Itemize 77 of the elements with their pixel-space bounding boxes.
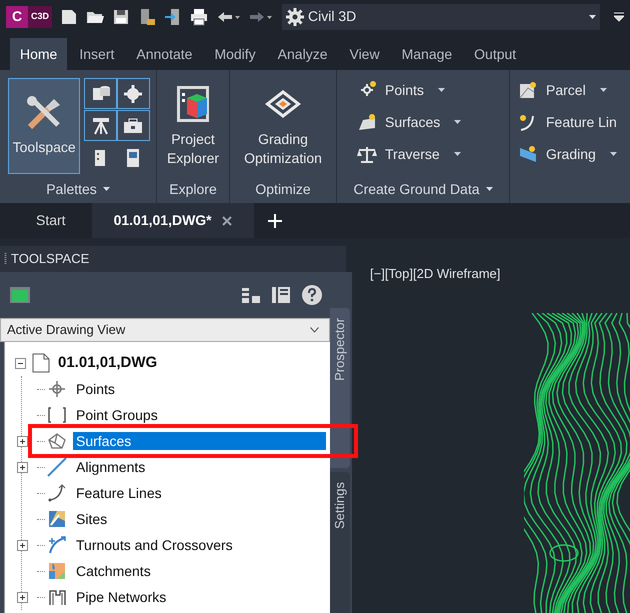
ribbon-button[interactable]: Project Explorer xyxy=(165,78,221,174)
file-tab[interactable]: 01.01,01,DWG* xyxy=(92,203,254,238)
side-tab[interactable]: Settings xyxy=(330,472,350,613)
palette-title: TOOLSPACE xyxy=(11,250,90,268)
tree-item[interactable]: Surfaces xyxy=(73,432,326,450)
expand-icon[interactable] xyxy=(17,462,28,472)
customize-icon xyxy=(614,12,624,22)
tree-item[interactable]: 01.01,01,DWG xyxy=(56,352,160,374)
viewport-label[interactable]: [−][Top][2D Wireframe] xyxy=(370,264,500,284)
save-icon[interactable] xyxy=(112,8,130,26)
palette-tool-button[interactable] xyxy=(116,110,150,141)
tree-item[interactable]: Pipe Networks xyxy=(73,589,170,605)
ribbon-menu-button[interactable]: Points xyxy=(357,78,462,102)
crosshair-icon xyxy=(47,379,67,399)
surface-icon xyxy=(357,112,377,132)
workspace-dropdown[interactable]: Civil 3D xyxy=(282,4,600,30)
ribbon-tab[interactable]: View xyxy=(339,38,390,70)
grip-icon xyxy=(4,253,7,265)
logo-letter: C xyxy=(6,6,28,28)
map-icon xyxy=(47,561,67,581)
ribbon-tab[interactable]: Analyze xyxy=(268,38,338,70)
ribbon-tab[interactable]: Output xyxy=(464,38,526,70)
panel-title[interactable]: Palettes xyxy=(46,178,110,200)
line-icon xyxy=(47,457,67,477)
surface-icon xyxy=(47,431,67,451)
tree-item[interactable]: Sites xyxy=(73,511,110,527)
slope-icon xyxy=(518,144,538,164)
expand-icon[interactable] xyxy=(17,592,28,602)
ribbon-menu-button[interactable]: Surfaces xyxy=(357,110,462,134)
view-dropdown[interactable]: Active Drawing View xyxy=(0,318,330,342)
plus-icon[interactable] xyxy=(268,214,282,228)
tree-item[interactable]: Feature Lines xyxy=(73,485,165,501)
print-icon[interactable] xyxy=(190,8,208,26)
expand-icon[interactable] xyxy=(17,436,28,446)
tree-item[interactable]: Turnouts and Crossovers xyxy=(73,537,236,553)
palette-tool-button[interactable] xyxy=(84,110,118,141)
curve-icon xyxy=(47,483,67,503)
palette-tool-button[interactable] xyxy=(84,78,118,109)
ribbon-tab[interactable]: Manage xyxy=(392,38,462,70)
ribbon-button[interactable]: Grading Optimization xyxy=(238,78,328,174)
parcel-icon xyxy=(518,80,538,100)
ribbon-tab[interactable]: Home xyxy=(10,38,68,70)
toolspace-button[interactable]: Toolspace xyxy=(8,78,80,174)
table-icon xyxy=(272,287,290,303)
file-tab[interactable]: Start xyxy=(14,203,88,238)
tree-item[interactable]: Catchments xyxy=(73,563,154,579)
tree-item[interactable]: Point Groups xyxy=(73,407,161,423)
cube-icon xyxy=(10,287,30,303)
panel-title: Optimize xyxy=(255,180,311,199)
tree-item[interactable]: Points xyxy=(73,381,118,397)
ribbon-tab[interactable]: Modify xyxy=(204,38,266,70)
ribbon-tab[interactable]: Annotate xyxy=(126,38,202,70)
ribbon-menu-button[interactable]: Traverse xyxy=(357,142,462,166)
panel-title: Explore xyxy=(169,180,217,199)
side-tab[interactable]: Prospector xyxy=(330,308,350,468)
app-badge: C3D xyxy=(28,6,52,28)
tree-item[interactable]: Alignments xyxy=(73,459,148,475)
layout-icon xyxy=(242,287,260,303)
ribbon-menu-button[interactable]: Parcel xyxy=(518,78,617,102)
ribbon-menu-button[interactable]: Feature Lin xyxy=(518,110,617,134)
bracket-icon xyxy=(47,405,67,425)
caret-icon xyxy=(589,14,596,18)
expand-icon[interactable] xyxy=(17,540,28,550)
close-icon[interactable] xyxy=(222,216,232,226)
scale-icon xyxy=(357,144,377,164)
map-icon xyxy=(47,509,67,529)
ribbon-tab[interactable]: Insert xyxy=(69,38,124,70)
chevron-icon xyxy=(310,327,319,333)
track-icon xyxy=(47,535,67,555)
workspace-name: Civil 3D xyxy=(308,7,358,26)
palette-tool-button[interactable] xyxy=(116,78,150,109)
document-icon[interactable] xyxy=(60,8,78,26)
ribbon-menu-button[interactable]: Grading xyxy=(518,142,617,166)
collapse-icon[interactable] xyxy=(15,358,26,368)
file-icon xyxy=(32,353,50,373)
help-icon xyxy=(302,285,322,305)
panel-title[interactable]: Create Ground Data xyxy=(353,178,493,200)
